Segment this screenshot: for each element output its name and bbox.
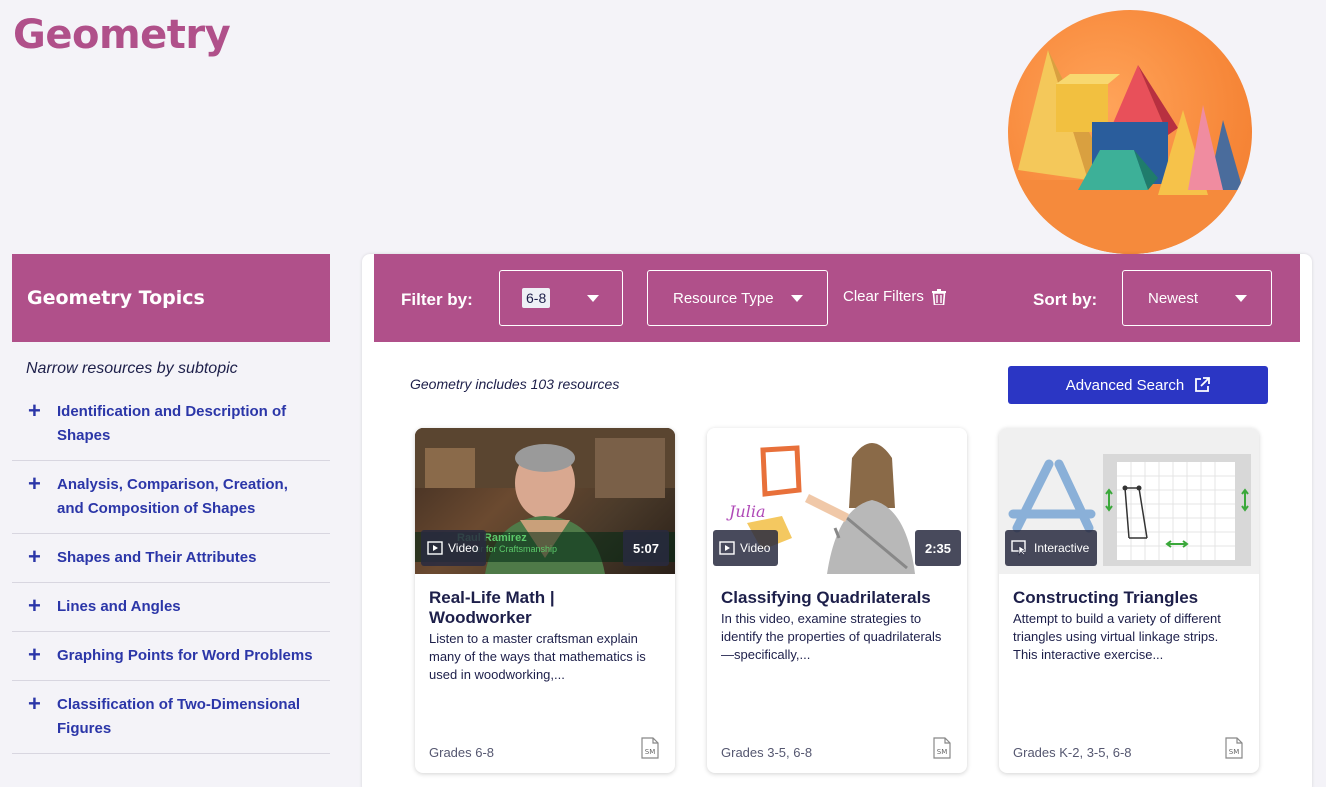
results-panel: Filter by: 6-8 Resource Type Clear Filte… (362, 254, 1312, 787)
grade-value: 6-8 (522, 288, 551, 308)
topic-label: Analysis, Comparison, Creation, and Comp… (57, 476, 288, 517)
interactive-hand-icon (1011, 540, 1026, 556)
topic-graphing-points[interactable]: + Graphing Points for Word Problems (12, 632, 330, 681)
plus-icon: + (28, 691, 41, 716)
card-grades: Grades K-2, 3-5, 6-8 (1013, 745, 1132, 760)
topic-label: Classification of Two-Dimensional Figure… (57, 696, 301, 737)
topic-lines-angles[interactable]: + Lines and Angles (12, 583, 330, 632)
type-label: Video (740, 541, 771, 555)
video-duration: 5:07 (623, 530, 669, 566)
page-title: Geometry (13, 12, 231, 58)
resource-type-select[interactable]: Resource Type (647, 270, 828, 326)
card-title[interactable]: Real-Life Math | Woodworker (415, 574, 675, 628)
card-thumbnail[interactable]: Interactive (999, 428, 1259, 574)
plus-icon: + (28, 544, 41, 569)
advanced-search-label: Advanced Search (1065, 376, 1185, 394)
sm-label: SM (1229, 748, 1239, 756)
topic-classification-2d[interactable]: + Classification of Two-Dimensional Figu… (12, 681, 330, 754)
sort-value: Newest (1148, 289, 1199, 307)
grade-select[interactable]: 6-8 (499, 270, 623, 326)
resource-card[interactable]: Interactive Constructing Triangles Attem… (999, 428, 1259, 773)
chevron-down-icon (791, 295, 803, 302)
sort-select[interactable]: Newest (1122, 270, 1272, 326)
advanced-search-button[interactable]: Advanced Search (1008, 366, 1268, 404)
external-link-icon (1195, 377, 1211, 392)
card-thumbnail[interactable]: Julia Video 2:35 (707, 428, 967, 574)
clear-filters-button[interactable]: Clear Filters (843, 288, 946, 305)
trash-icon (931, 288, 946, 305)
results-count: Geometry includes 103 resources (410, 376, 620, 392)
filter-label: Filter by: (401, 290, 473, 309)
card-thumbnail[interactable]: Raul Ramirez ter for Craftsmanship Video… (415, 428, 675, 574)
type-badge: Video (421, 530, 487, 566)
card-grades: Grades 6-8 (429, 745, 495, 760)
topic-label: Identification and Description of Shapes (57, 403, 287, 444)
card-grades: Grades 3-5, 6-8 (721, 745, 813, 760)
sidebar-subtitle: Narrow resources by subtopic (26, 360, 238, 377)
video-play-icon (719, 541, 735, 555)
card-description: In this video, examine strategies to ide… (721, 611, 942, 662)
video-overlay-text: Julia (729, 502, 766, 521)
sort-label: Sort by: (1033, 290, 1098, 309)
card-description: Listen to a master craftsman explain man… (429, 631, 646, 682)
topic-label: Shapes and Their Attributes (57, 549, 257, 566)
video-play-icon (427, 541, 443, 555)
topic-label: Graphing Points for Word Problems (57, 647, 313, 664)
topic-analysis-comparison[interactable]: + Analysis, Comparison, Creation, and Co… (12, 461, 330, 534)
hero-image (1008, 10, 1252, 254)
type-badge: Video (713, 530, 779, 566)
topic-label: Lines and Angles (57, 598, 181, 615)
support-materials-icon: SM (933, 737, 951, 759)
resource-type-label: Resource Type (673, 289, 774, 307)
chevron-down-icon (1235, 295, 1247, 302)
plus-icon: + (28, 471, 41, 496)
support-materials-icon: SM (641, 737, 659, 759)
type-label: Video (448, 541, 479, 555)
topic-shapes-attributes[interactable]: + Shapes and Their Attributes (12, 534, 330, 583)
type-badge: Interactive (1005, 530, 1098, 566)
plus-icon: + (28, 642, 41, 667)
topic-identification-description[interactable]: + Identification and Description of Shap… (12, 398, 330, 461)
card-title[interactable]: Classifying Quadrilaterals (707, 574, 967, 608)
card-description: Attempt to build a variety of different … (1013, 611, 1221, 662)
support-materials-icon: SM (1225, 737, 1243, 759)
type-label: Interactive (1034, 541, 1090, 555)
plus-icon: + (28, 593, 41, 618)
clear-filters-label: Clear Filters (843, 288, 924, 305)
video-duration: 2:35 (915, 530, 961, 566)
card-title[interactable]: Constructing Triangles (999, 574, 1259, 608)
sidebar-header: Geometry Topics (12, 254, 330, 342)
sm-label: SM (937, 748, 947, 756)
resource-card[interactable]: Raul Ramirez ter for Craftsmanship Video… (415, 428, 675, 773)
resource-card[interactable]: Julia Video 2:35 Classifying Quadrilater… (707, 428, 967, 773)
filter-bar: Filter by: 6-8 Resource Type Clear Filte… (374, 254, 1300, 342)
sm-label: SM (645, 748, 655, 756)
sidebar: Geometry Topics Narrow resources by subt… (12, 254, 330, 754)
chevron-down-icon (587, 295, 599, 302)
